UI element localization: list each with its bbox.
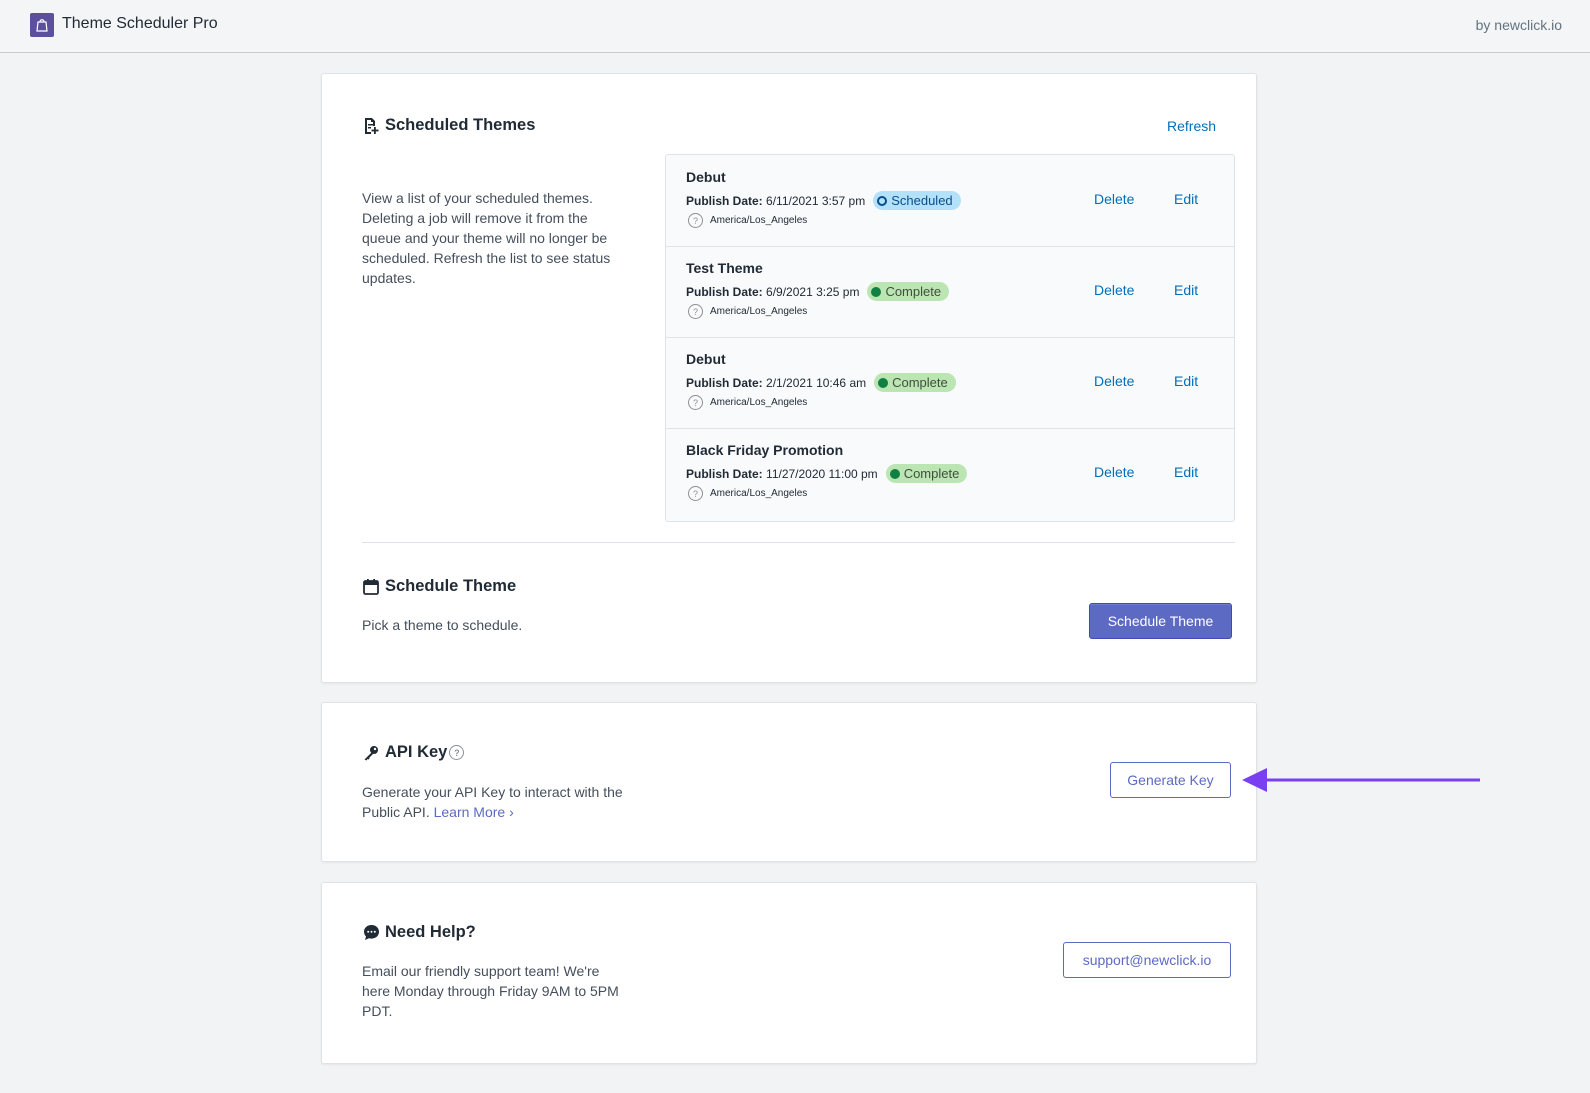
help-description: Email our friendly support team! We're h… [362, 963, 619, 1019]
theme-row: Black Friday Promotion Publish Date: 11/… [666, 428, 1234, 520]
theme-name: Debut [686, 169, 726, 185]
scheduled-themes-title: Scheduled Themes [385, 116, 536, 134]
question-icon[interactable]: ? [688, 395, 703, 410]
api-key-title: API Key [385, 743, 448, 761]
annotation-arrow-icon [1242, 768, 1480, 792]
status-badge: Complete [885, 464, 968, 483]
calendar-icon [362, 578, 380, 596]
theme-name: Debut [686, 351, 726, 367]
edit-button[interactable]: Edit [1174, 373, 1198, 389]
app-title: Theme Scheduler Pro [62, 15, 218, 32]
publish-date-value: 11/27/2020 11:00 pm [766, 466, 878, 481]
top-bar: Theme Scheduler Pro by newclick.io [0, 0, 1590, 53]
schedule-theme-button[interactable]: Schedule Theme [1089, 603, 1232, 639]
status-label: Complete [892, 375, 948, 390]
status-badge: Complete [874, 373, 956, 392]
publish-date-label: Publish Date: [686, 466, 763, 481]
schedule-theme-title: Schedule Theme [385, 577, 517, 595]
status-badge: Scheduled [873, 191, 961, 210]
refresh-link[interactable]: Refresh [1167, 118, 1216, 134]
generate-key-button[interactable]: Generate Key [1110, 762, 1231, 798]
scheduled-themes-description: View a list of your scheduled themes. De… [362, 190, 611, 286]
api-key-description: Generate your API Key to interact with t… [362, 782, 627, 822]
help-card: Need Help? Email our friendly support te… [321, 882, 1257, 1064]
delete-button[interactable]: Delete [1094, 191, 1134, 207]
section-divider [362, 542, 1235, 543]
status-dot-icon [877, 195, 888, 206]
question-icon[interactable]: ? [449, 745, 465, 760]
scheduled-themes-heading: Scheduled Themes [362, 116, 535, 135]
question-icon[interactable]: ? [688, 486, 703, 501]
schedule-theme-description: Pick a theme to schedule. [362, 617, 523, 633]
status-label: Scheduled [891, 193, 953, 208]
delete-button[interactable]: Delete [1094, 464, 1134, 480]
publish-date-value: 6/11/2021 3:57 pm [766, 193, 866, 208]
timezone-label: America/Los_Angeles [710, 488, 808, 499]
status-dot-icon [878, 377, 889, 388]
publish-date: Publish Date: 6/9/2021 3:25 pm Complete [686, 282, 950, 301]
timezone: ? America/Los_Angeles [688, 395, 807, 410]
publish-date-label: Publish Date: [686, 193, 763, 208]
publish-date-value: 6/9/2021 3:25 pm [766, 284, 860, 299]
publish-date-label: Publish Date: [686, 284, 763, 299]
edit-button[interactable]: Edit [1174, 282, 1198, 298]
theme-row: Test Theme Publish Date: 6/9/2021 3:25 p… [666, 246, 1234, 338]
status-dot-icon [889, 468, 900, 479]
question-icon[interactable]: ? [688, 213, 703, 228]
app-logo-icon [30, 13, 54, 37]
delete-button[interactable]: Delete [1094, 282, 1134, 298]
api-key-heading: API Key ? [362, 743, 465, 762]
api-key-card: API Key ? Generate your API Key to inter… [321, 702, 1257, 862]
theme-name: Test Theme [686, 260, 763, 276]
learn-more-link[interactable]: Learn More › [434, 804, 514, 820]
status-label: Complete [885, 284, 942, 299]
help-title: Need Help? [385, 923, 476, 941]
status-badge: Complete [867, 282, 950, 301]
theme-row: Debut Publish Date: 6/11/2021 3:57 pm Sc… [666, 155, 1234, 247]
chat-bubble-icon [362, 924, 380, 942]
key-icon [362, 744, 380, 762]
scheduled-themes-list: Debut Publish Date: 6/11/2021 3:57 pm Sc… [665, 154, 1235, 522]
question-icon[interactable]: ? [688, 304, 703, 319]
timezone-label: America/Los_Angeles [710, 215, 808, 226]
theme-name: Black Friday Promotion [686, 442, 844, 458]
publish-date-value: 2/1/2021 10:46 am [766, 375, 867, 390]
scheduled-themes-card: Scheduled Themes Refresh View a list of … [321, 73, 1257, 683]
publish-date: Publish Date: 2/1/2021 10:46 am Complete [686, 373, 956, 392]
timezone: ? America/Los_Angeles [688, 486, 807, 501]
edit-button[interactable]: Edit [1174, 191, 1198, 207]
publish-date: Publish Date: 6/11/2021 3:57 pm Schedule… [686, 191, 961, 210]
timezone: ? America/Los_Angeles [688, 213, 807, 228]
delete-button[interactable]: Delete [1094, 373, 1134, 389]
publish-date: Publish Date: 11/27/2020 11:00 pm Comple… [686, 464, 968, 483]
schedule-theme-heading: Schedule Theme [362, 577, 516, 596]
timezone-label: America/Los_Angeles [710, 397, 808, 408]
support-email-button[interactable]: support@newclick.io [1063, 942, 1231, 978]
publish-date-label: Publish Date: [686, 375, 763, 390]
status-dot-icon [871, 286, 882, 297]
document-plus-icon [362, 117, 380, 135]
theme-row: Debut Publish Date: 2/1/2021 10:46 am Co… [666, 337, 1234, 429]
help-heading: Need Help? [362, 923, 476, 942]
timezone: ? America/Los_Angeles [688, 304, 807, 319]
status-label: Complete [903, 466, 960, 481]
timezone-label: America/Los_Angeles [710, 306, 808, 317]
edit-button[interactable]: Edit [1174, 464, 1198, 480]
by-newclick-text: by newclick.io [1475, 17, 1562, 33]
